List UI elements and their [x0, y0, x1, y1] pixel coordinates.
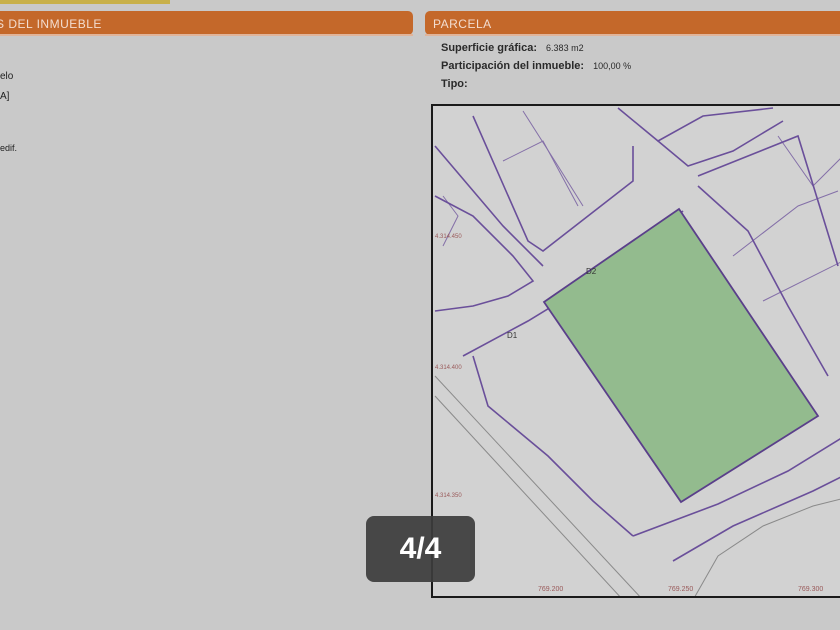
block-line-4 [762, 261, 840, 302]
label-d2: D2 [586, 267, 597, 276]
street-line-1 [434, 145, 544, 267]
street-line-3 [472, 115, 634, 252]
x-coord-label-3: 769.300 [798, 586, 823, 593]
y-coord-label-2: 4.314.400 [435, 365, 462, 371]
superficie-value: 6.383 m2 [546, 43, 584, 53]
block-line-3 [732, 190, 839, 257]
y-coord-label-3: 4.314.350 [435, 493, 462, 499]
y-coord-label-1: 4.314.450 [435, 234, 462, 240]
street-line-4 [617, 107, 774, 142]
parcela-header-underline [425, 34, 840, 36]
inmueble-text-line-1: elo [0, 71, 14, 82]
tipo-label: Tipo: [441, 78, 468, 90]
inmueble-header-underline [0, 34, 413, 36]
parcela-section-header: PARCELA [425, 11, 840, 35]
superficie-label: Superficie gráfica: [441, 42, 537, 54]
cadastral-map-svg: D2 D1 4.314.450 4.314.400 4.314.350 769.… [434, 107, 840, 596]
x-coord-label-1: 769.200 [538, 586, 563, 593]
label-d1: D1 [507, 331, 518, 340]
street-line-2 [434, 195, 535, 312]
block-line-2 [522, 110, 584, 207]
parcela-header-title: PARCELA [433, 17, 492, 31]
highlighted-parcel[interactable] [542, 207, 820, 504]
cadastral-map[interactable]: D2 D1 4.314.450 4.314.400 4.314.350 769.… [431, 104, 840, 598]
participacion-row: Participación del inmueble: 100,00 % [441, 60, 631, 72]
inmueble-text-line-2: A] [0, 91, 10, 102]
page-indicator-label: 4/4 [399, 532, 442, 565]
inmueble-section-header: S DEL INMUEBLE [0, 11, 413, 35]
superficie-row: Superficie gráfica: 6.383 m2 [441, 42, 584, 54]
street-line-5 [657, 120, 784, 167]
inmueble-header-title: S DEL INMUEBLE [0, 17, 102, 31]
top-accent-strip [0, 0, 170, 4]
inmueble-text-line-3: edif. [0, 143, 18, 153]
tipo-row: Tipo: [441, 78, 474, 90]
participacion-value: 100,00 % [593, 61, 632, 71]
block-line-5 [777, 135, 840, 187]
block-line-1 [502, 140, 579, 207]
participacion-label: Participación del inmueble: [441, 60, 585, 72]
page-indicator-badge: 4/4 [366, 516, 475, 582]
x-coord-label-2: 769.250 [668, 586, 693, 593]
